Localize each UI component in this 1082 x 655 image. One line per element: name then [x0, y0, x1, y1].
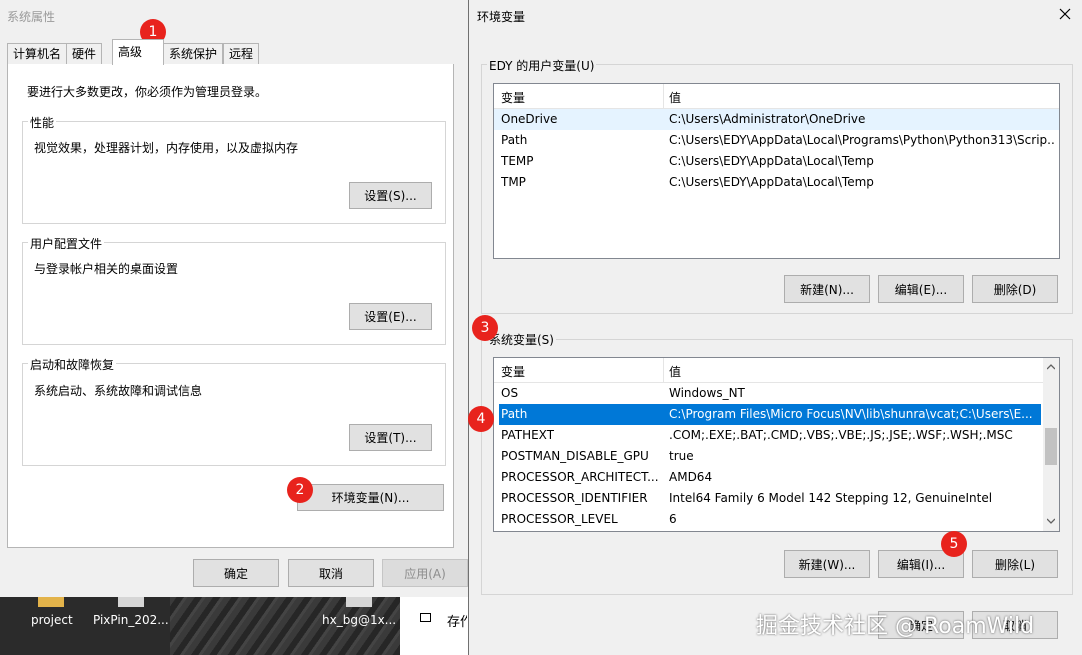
variable-value: C:\Users\EDY\AppData\Local\Temp [669, 154, 874, 168]
user-profiles-title: 用户配置文件 [28, 235, 105, 252]
variable-value: true [669, 449, 694, 463]
step-badge-4: 4 [468, 406, 494, 432]
scroll-down-icon[interactable] [1047, 518, 1055, 524]
step-badge-5: 5 [941, 531, 967, 557]
variable-value: 6 [669, 512, 677, 526]
ok-button[interactable]: 确定 [193, 559, 279, 587]
variable-value: C:\Users\EDY\AppData\Local\Programs\Pyth… [669, 133, 1054, 147]
system-new-button[interactable]: 新建(W)... [784, 550, 870, 578]
variable-name: PROCESSOR_ARCHITECT... [501, 470, 659, 484]
startup-recovery-title: 启动和故障恢复 [28, 356, 117, 373]
column-divider[interactable] [663, 84, 664, 108]
variable-value: AMD64 [669, 470, 713, 484]
variable-name: PROCESSOR_LEVEL [501, 512, 618, 526]
list-item[interactable]: POSTMAN_DISABLE_GPU true [494, 446, 1043, 467]
desktop-icon-label[interactable]: project [31, 613, 73, 627]
apply-button[interactable]: 应用(A) [382, 559, 468, 587]
user-delete-button[interactable]: 删除(D) [972, 275, 1058, 303]
list-item[interactable]: PROCESSOR_IDENTIFIER Intel64 Family 6 Mo… [494, 488, 1043, 509]
list-item[interactable]: TMP C:\Users\EDY\AppData\Local\Temp [494, 172, 1059, 193]
startup-recovery-settings-button[interactable]: 设置(T)... [349, 424, 432, 451]
system-variables-title: 系统变量(S) [487, 331, 556, 348]
list-item[interactable]: Path C:\Users\EDY\AppData\Local\Programs… [494, 130, 1059, 151]
system-delete-button[interactable]: 删除(L) [972, 550, 1058, 578]
scroll-up-icon[interactable] [1047, 364, 1055, 370]
column-header-variable[interactable]: 变量 [501, 89, 525, 106]
list-header: 变量 值 [494, 84, 1059, 109]
performance-desc: 视觉效果，处理器计划，内存使用，以及虚拟内存 [34, 141, 299, 155]
variable-name: Path [501, 133, 528, 147]
environment-variables-dialog: 环境变量 EDY 的用户变量(U) 变量 值 OneDrive C:\Users… [468, 0, 1082, 655]
user-profiles-settings-button[interactable]: 设置(E)... [349, 303, 432, 330]
user-variables-list[interactable]: 变量 值 OneDrive C:\Users\Administrator\One… [493, 83, 1060, 259]
list-item[interactable]: PROCESSOR_LEVEL 6 [494, 509, 1043, 530]
user-variables-title: EDY 的用户变量(U) [487, 57, 597, 74]
system-variables-list[interactable]: 变量 值 OS Windows_NT Path C:\Program Files… [493, 357, 1060, 532]
column-header-variable[interactable]: 变量 [501, 363, 525, 380]
list-item-selected[interactable]: Path C:\Program Files\Micro Focus\NV\lib… [499, 404, 1041, 425]
user-edit-button[interactable]: 编辑(E)... [878, 275, 964, 303]
environment-variables-button[interactable]: 环境变量(N)... [297, 484, 444, 511]
folder-icon[interactable] [38, 597, 64, 607]
cancel-button[interactable]: 取消 [288, 559, 374, 587]
column-header-value[interactable]: 值 [669, 89, 681, 106]
user-profiles-desc: 与登录帐户相关的桌面设置 [34, 262, 179, 276]
variable-name: OS [501, 386, 519, 400]
dialog-title: 环境变量 [477, 10, 526, 24]
list-item[interactable]: PATHEXT .COM;.EXE;.BAT;.CMD;.VBS;.VBE;.J… [494, 425, 1043, 446]
column-divider[interactable] [663, 358, 664, 382]
list-item[interactable]: TEMP C:\Users\EDY\AppData\Local\Temp [494, 151, 1059, 172]
variable-name: Path [501, 407, 528, 421]
system-properties-window: 系统属性 计算机名 硬件 高级 系统保护 远程 要进行大多数更改，你必须作为管理… [0, 0, 469, 597]
tab-advanced[interactable]: 高级 [112, 39, 164, 65]
list-item[interactable]: OS Windows_NT [494, 383, 1043, 404]
variable-name: TMP [501, 175, 526, 189]
step-badge-3: 3 [472, 315, 498, 341]
tab-remote[interactable]: 远程 [223, 43, 260, 64]
desktop-icon-label[interactable]: PixPin_202... [93, 613, 169, 627]
variable-value: C:\Users\EDY\AppData\Local\Temp [669, 175, 874, 189]
performance-settings-button[interactable]: 设置(S)... [349, 182, 432, 209]
variable-name: TEMP [501, 154, 534, 168]
variable-value: C:\Users\Administrator\OneDrive [669, 112, 866, 126]
partial-label: 存作 [447, 615, 467, 630]
performance-title: 性能 [28, 114, 57, 131]
startup-recovery-desc: 系统启动、系统故障和调试信息 [34, 384, 203, 398]
scrollbar-thumb[interactable] [1045, 428, 1057, 465]
variable-value: Intel64 Family 6 Model 142 Stepping 12, … [669, 491, 993, 505]
variable-value: Windows_NT [669, 386, 745, 400]
variable-name: POSTMAN_DISABLE_GPU [501, 449, 649, 463]
variable-value: C:\Program Files\Micro Focus\NV\lib\shun… [669, 407, 1033, 421]
user-new-button[interactable]: 新建(N)... [784, 275, 870, 303]
desktop-icon-label[interactable]: hx_bg@1x... [322, 613, 396, 627]
advanced-tab-pane: 要进行大多数更改，你必须作为管理员登录。 性能 视觉效果，处理器计划，内存使用，… [7, 64, 454, 548]
list-item[interactable]: PROCESSOR_ARCHITECT... AMD64 [494, 467, 1043, 488]
admin-note: 要进行大多数更改，你必须作为管理员登录。 [27, 85, 268, 99]
vertical-scrollbar[interactable] [1043, 358, 1059, 531]
window-title: 系统属性 [7, 10, 56, 24]
list-item[interactable]: OneDrive C:\Users\Administrator\OneDrive [494, 109, 1059, 130]
column-header-value[interactable]: 值 [669, 363, 681, 380]
variable-name: OneDrive [501, 112, 558, 126]
tab-system-protection[interactable]: 系统保护 [163, 43, 224, 64]
checkbox-icon [420, 613, 431, 622]
file-icon[interactable] [346, 597, 372, 607]
variable-name: PROCESSOR_IDENTIFIER [501, 491, 648, 505]
step-badge-2: 2 [287, 477, 313, 503]
watermark: 掘金技术社区 @ RoamWild [756, 614, 1035, 639]
file-icon[interactable] [118, 597, 144, 607]
tab-computer-name[interactable]: 计算机名 [7, 43, 68, 64]
variable-value: .COM;.EXE;.BAT;.CMD;.VBS;.VBE;.JS;.JSE;.… [669, 428, 1013, 442]
variable-name: PATHEXT [501, 428, 555, 442]
list-header: 变量 值 [494, 358, 1043, 383]
close-icon[interactable] [1059, 8, 1071, 20]
tab-hardware[interactable]: 硬件 [66, 43, 103, 64]
